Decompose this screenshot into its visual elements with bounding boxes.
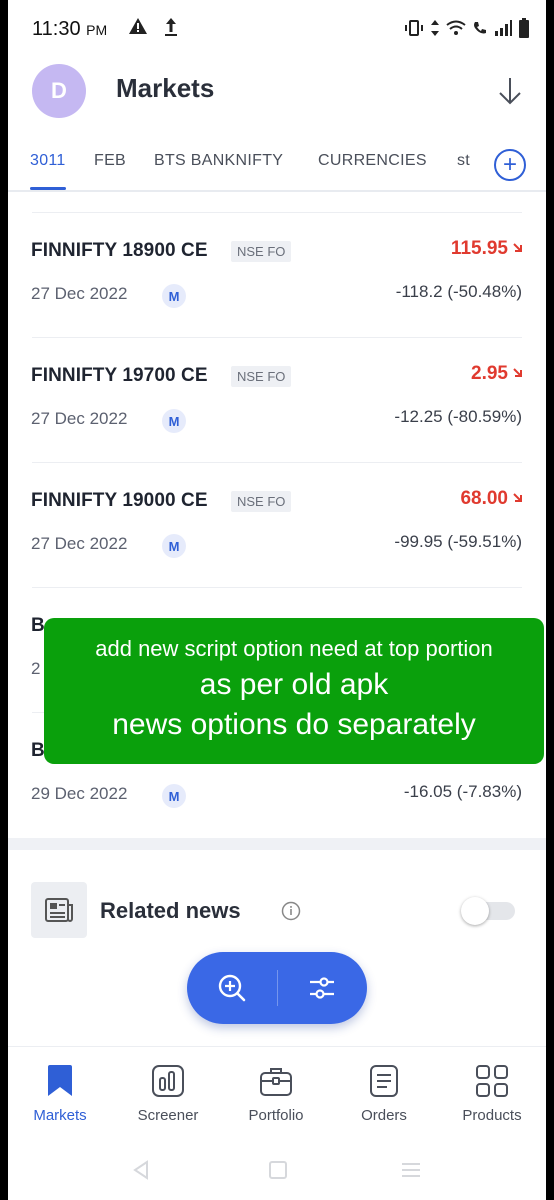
related-news-toggle[interactable] xyxy=(461,897,517,925)
avatar[interactable]: D xyxy=(32,64,86,118)
price-change: -99.95 (-59.51%) xyxy=(394,532,522,551)
watchlist-tabs: 3011 FEB BTS BANKNIFTY CURRENCIES st xyxy=(8,140,546,192)
price-change: -16.05 (-7.83%) xyxy=(403,782,522,801)
nav-markets[interactable]: Markets xyxy=(10,1063,110,1124)
system-navigation xyxy=(8,1146,546,1200)
home-icon[interactable] xyxy=(268,1160,288,1180)
annotation-line-2: as per old apk xyxy=(199,668,389,701)
expiry-date: 27 Dec 2022 xyxy=(31,284,128,303)
screener-icon xyxy=(152,1065,184,1097)
instrument-symbol: B xyxy=(31,740,45,761)
arrow-down-icon xyxy=(513,243,522,252)
nav-label: Portfolio xyxy=(248,1107,304,1124)
instrument-symbol: FINNIFTY 19700 CE xyxy=(31,365,208,386)
page-title: Markets xyxy=(116,73,215,103)
status-icons xyxy=(404,18,530,38)
instrument-symbol: FINNIFTY 18900 CE xyxy=(31,240,208,261)
floating-action-bar xyxy=(187,952,367,1024)
info-icon[interactable] xyxy=(281,901,301,921)
tab-bts-banknifty[interactable]: BTS BANKNIFTY xyxy=(154,152,283,170)
row-divider xyxy=(32,587,522,588)
orders-icon xyxy=(370,1065,398,1097)
tab-feb[interactable]: FEB xyxy=(94,152,126,170)
active-tab-indicator xyxy=(30,187,66,190)
last-price: 115.95 xyxy=(450,238,508,259)
battery-icon xyxy=(519,18,529,38)
back-icon[interactable] xyxy=(132,1160,150,1180)
nav-label: Markets xyxy=(33,1107,87,1124)
row-divider xyxy=(32,337,522,338)
tab-st[interactable]: st xyxy=(457,152,470,170)
status-time: 11:30 PM xyxy=(32,18,108,40)
m-badge: M xyxy=(162,534,186,558)
m-badge: M xyxy=(162,409,186,433)
section-divider xyxy=(8,838,546,850)
expiry-date: 27 Dec 2022 xyxy=(31,409,128,428)
zoom-add-icon xyxy=(218,974,246,1002)
last-price: 2.95 xyxy=(471,363,508,384)
status-bar: 11:30 PM xyxy=(8,0,546,60)
add-watchlist-button[interactable]: + xyxy=(494,149,526,181)
toggle-knob xyxy=(461,897,489,925)
m-badge: M xyxy=(162,784,186,808)
list-item[interactable]: FINNIFTY 19000 CE NSE FO 27 Dec 2022 M 6… xyxy=(8,462,546,587)
exchange-badge: NSE FO xyxy=(231,366,292,387)
nav-orders[interactable]: Orders xyxy=(334,1063,434,1124)
annotation-overlay: add new script option need at top portio… xyxy=(44,618,544,764)
vibrate-icon xyxy=(405,20,423,36)
app-screen: 11:30 PM D Markets 3011 FEB BTS BANKNIFT… xyxy=(8,0,546,1200)
expiry-date: 27 Dec 2022 xyxy=(31,534,128,553)
annotation-line-3: news options do separately xyxy=(112,708,476,741)
data-arrows-icon xyxy=(431,20,439,36)
price-change: -118.2 (-50.48%) xyxy=(395,282,522,301)
tab-3011[interactable]: 3011 xyxy=(30,152,66,170)
nav-portfolio[interactable]: Portfolio xyxy=(226,1063,326,1124)
briefcase-icon xyxy=(260,1068,292,1096)
exchange-badge: NSE FO xyxy=(231,491,292,512)
nav-screener[interactable]: Screener xyxy=(118,1063,218,1124)
list-item[interactable]: FINNIFTY 18900 CE NSE FO 27 Dec 2022 M 1… xyxy=(8,212,546,337)
row-divider xyxy=(32,212,522,213)
warning-icon xyxy=(129,18,147,34)
last-price: 68.00 xyxy=(460,488,508,509)
newspaper-icon xyxy=(31,882,87,938)
download-icon[interactable] xyxy=(496,76,524,106)
arrow-down-icon xyxy=(513,368,522,377)
tab-currencies[interactable]: CURRENCIES xyxy=(318,152,427,170)
expiry-date: 29 Dec 2022 xyxy=(31,784,128,803)
add-script-button[interactable] xyxy=(187,952,277,1024)
exchange-badge: NSE FO xyxy=(231,241,292,262)
nav-label: Orders xyxy=(361,1107,407,1124)
grid-icon xyxy=(476,1065,508,1097)
price-change: -12.25 (-80.59%) xyxy=(394,407,522,426)
bookmark-icon xyxy=(48,1065,72,1096)
nav-products[interactable]: Products xyxy=(442,1063,542,1124)
nav-label: Screener xyxy=(137,1107,199,1124)
wifi-icon xyxy=(446,20,466,35)
bottom-navigation: Markets Screener Portfolio Orders Produc… xyxy=(8,1046,546,1136)
annotation-line-1: add new script option need at top portio… xyxy=(95,636,493,661)
row-divider xyxy=(32,462,522,463)
upload-icon xyxy=(165,18,177,36)
filter-button[interactable] xyxy=(277,952,367,1024)
expiry-date: 2 xyxy=(31,659,41,678)
call-icon xyxy=(474,22,486,34)
menu-icon[interactable] xyxy=(400,1160,422,1180)
list-item[interactable]: FINNIFTY 19700 CE NSE FO 27 Dec 2022 M 2… xyxy=(8,337,546,462)
arrow-down-icon xyxy=(513,493,522,502)
instrument-symbol: FINNIFTY 19000 CE xyxy=(31,490,208,511)
m-badge: M xyxy=(162,284,186,308)
related-news-label: Related news xyxy=(100,898,241,923)
nav-label: Products xyxy=(462,1107,522,1124)
sliders-icon xyxy=(310,977,334,999)
instrument-symbol: B xyxy=(31,615,45,636)
signal-icon xyxy=(495,20,512,36)
